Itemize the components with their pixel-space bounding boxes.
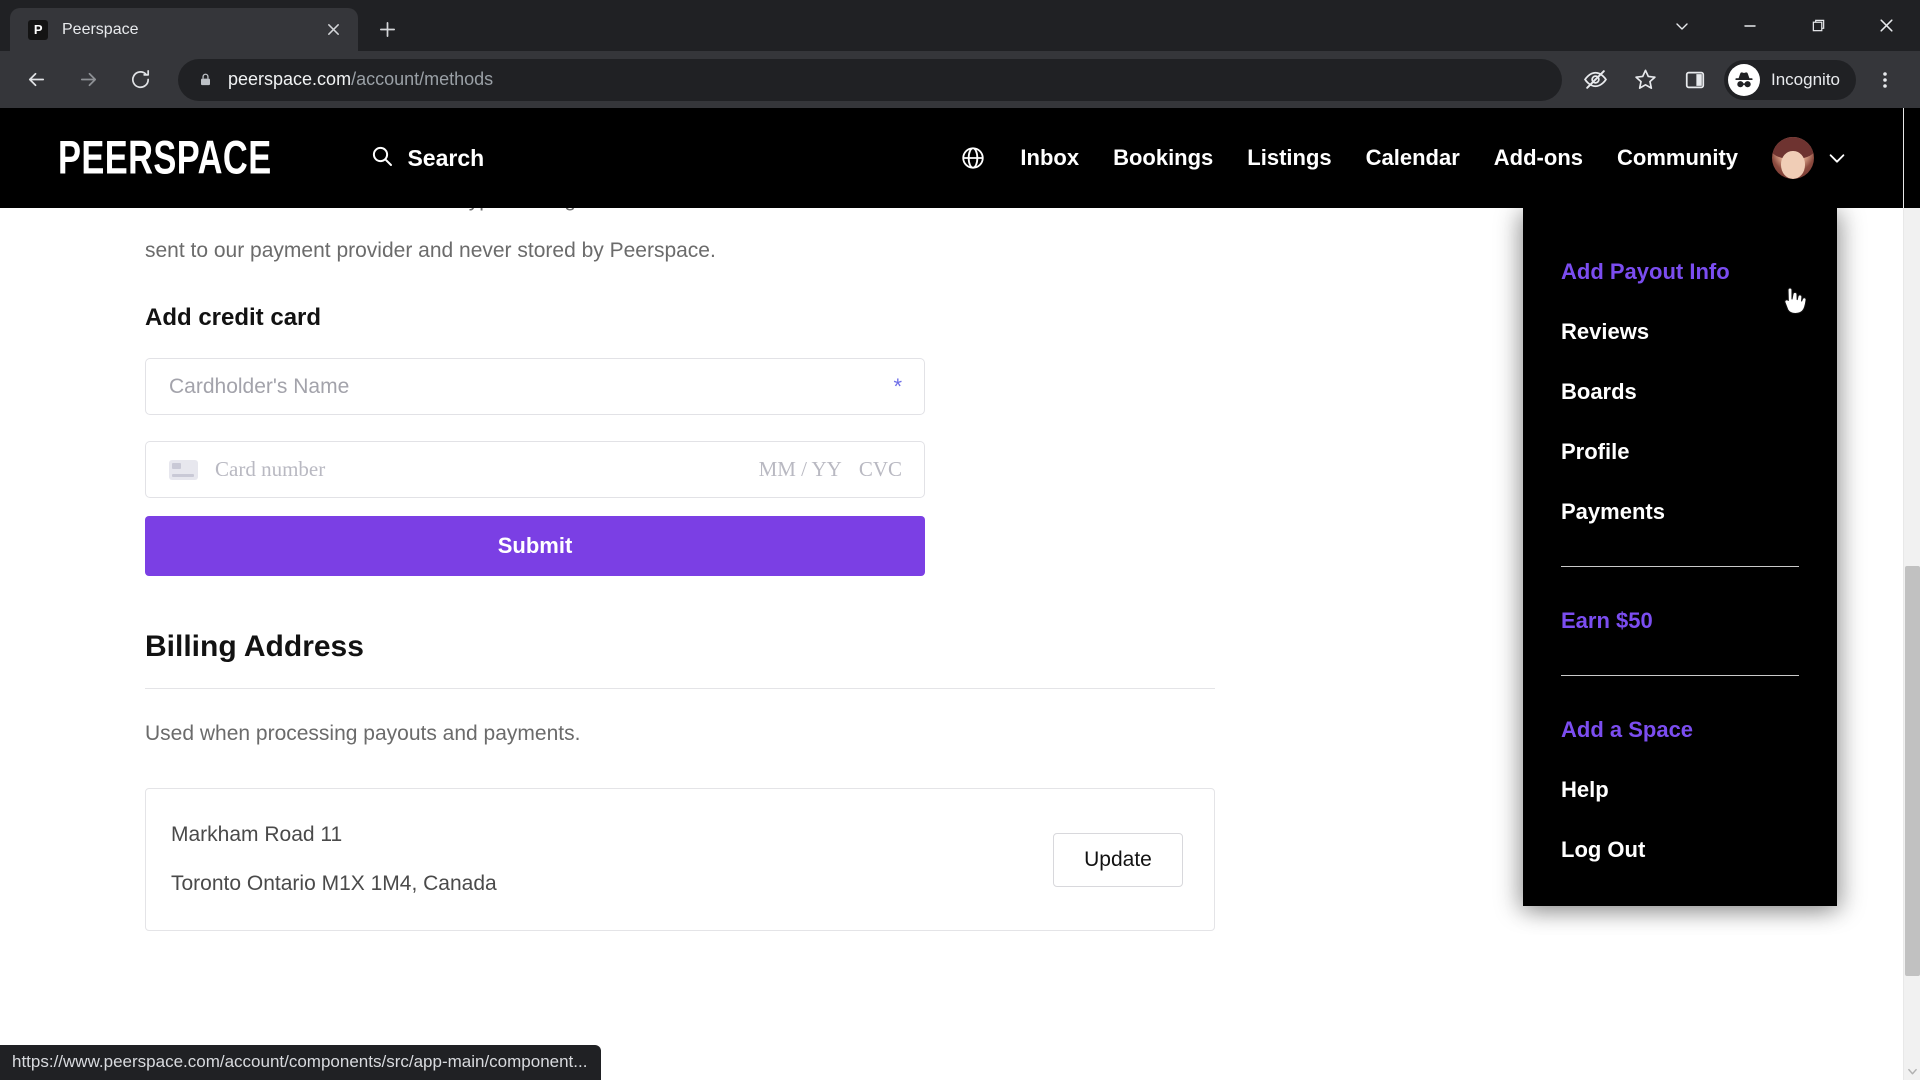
- incognito-hat-icon: [1728, 63, 1760, 96]
- menu-item-boards[interactable]: Boards: [1523, 362, 1837, 422]
- address-bar[interactable]: peerspace.com/account/methods: [178, 58, 1562, 101]
- card-number-field[interactable]: Card number MM / YY CVC: [145, 441, 925, 498]
- menu-item-earn-50[interactable]: Earn $50: [1523, 591, 1837, 651]
- site-logo[interactable]: PEERSPACE: [58, 131, 272, 185]
- nav-link-community[interactable]: Community: [1617, 145, 1738, 171]
- search-icon: [370, 144, 394, 173]
- new-tab-button[interactable]: [370, 12, 404, 46]
- browser-window: P Peerspace peerspace.com/account/method…: [0, 0, 1920, 1080]
- address-lines: Markham Road 11 Toronto Ontario M1X 1M4,…: [171, 823, 497, 896]
- window-controls: [1648, 0, 1920, 51]
- profile-label: Incognito: [1771, 69, 1840, 89]
- nav-link-calendar[interactable]: Calendar: [1366, 145, 1460, 171]
- forward-arrow-icon: [66, 58, 110, 102]
- chevron-down-icon: [1826, 147, 1848, 169]
- address-line-1: Markham Road 11: [171, 823, 343, 846]
- scrollbar-thumb[interactable]: [1905, 566, 1920, 976]
- search-button[interactable]: Search: [370, 144, 484, 173]
- url-text: peerspace.com/account/methods: [228, 69, 493, 90]
- card-number-placeholder: Card number: [215, 457, 326, 481]
- menu-item-reviews[interactable]: Reviews: [1523, 302, 1837, 362]
- maximize-icon[interactable]: [1784, 0, 1852, 51]
- menu-item-payments[interactable]: Payments: [1523, 482, 1837, 542]
- nav-link-listings[interactable]: Listings: [1247, 145, 1331, 171]
- site-header: PEERSPACE Search Inbox Bookings Listings…: [0, 108, 1903, 208]
- billing-address-card: Markham Road 11 Toronto Ontario M1X 1M4,…: [145, 788, 1215, 931]
- browser-tab[interactable]: P Peerspace: [10, 8, 358, 51]
- menu-divider: [1561, 566, 1799, 567]
- update-button[interactable]: Update: [1053, 832, 1183, 887]
- tab-title: Peerspace: [62, 20, 139, 38]
- credit-card-icon: [169, 459, 198, 480]
- account-menu-button[interactable]: [1772, 137, 1848, 179]
- three-dot-menu-icon[interactable]: [1863, 58, 1907, 102]
- divider: [145, 688, 1215, 689]
- menu-item-log-out[interactable]: Log Out: [1523, 820, 1837, 880]
- toolbar-right-group: Incognito: [1570, 58, 1910, 102]
- cardholder-name-field[interactable]: Cardholder's Name *: [145, 358, 925, 415]
- page-viewport: PEERSPACE Search Inbox Bookings Listings…: [0, 108, 1920, 1080]
- cardholder-name-placeholder: Cardholder's Name: [169, 374, 350, 398]
- close-icon[interactable]: [1852, 0, 1920, 51]
- submit-button[interactable]: Submit: [145, 516, 925, 576]
- scroll-down-arrow-icon[interactable]: [1904, 1063, 1920, 1080]
- address-line-2: Toronto Ontario M1X 1M4, Canada: [171, 872, 497, 895]
- profile-chip[interactable]: Incognito: [1724, 59, 1856, 100]
- tab-strip: P Peerspace: [0, 0, 1920, 51]
- scrollbar-track-top: [1904, 108, 1920, 208]
- site-nav: Inbox Bookings Listings Calendar Add-ons…: [960, 108, 1848, 208]
- side-panel-icon[interactable]: [1673, 58, 1717, 102]
- page-scrollbar[interactable]: [1903, 108, 1920, 1080]
- menu-item-add-a-space[interactable]: Add a Space: [1523, 700, 1837, 760]
- nav-link-bookings[interactable]: Bookings: [1113, 145, 1213, 171]
- intro-line-1: Your credit card information is encrypte…: [145, 208, 973, 212]
- menu-item-profile[interactable]: Profile: [1523, 422, 1837, 482]
- account-dropdown-menu: Add Payout Info Reviews Boards Profile P…: [1523, 208, 1837, 906]
- minimize-icon[interactable]: [1716, 0, 1784, 51]
- reload-icon[interactable]: [118, 58, 162, 102]
- chevron-down-icon[interactable]: [1648, 0, 1716, 51]
- back-arrow-icon[interactable]: [14, 58, 58, 102]
- menu-item-add-payout-info[interactable]: Add Payout Info: [1523, 242, 1837, 302]
- eye-slash-icon[interactable]: [1573, 58, 1617, 102]
- nav-link-inbox[interactable]: Inbox: [1020, 145, 1079, 171]
- star-icon[interactable]: [1623, 58, 1667, 102]
- status-bubble: https://www.peerspace.com/account/compon…: [0, 1045, 602, 1080]
- url-path: /account/methods: [351, 69, 494, 89]
- required-marker: *: [893, 373, 902, 399]
- expiry-placeholder: MM / YY: [758, 457, 842, 481]
- nav-link-add-ons[interactable]: Add-ons: [1494, 145, 1583, 171]
- menu-divider: [1561, 675, 1799, 676]
- globe-icon[interactable]: [960, 145, 986, 171]
- menu-item-help[interactable]: Help: [1523, 760, 1837, 820]
- close-icon[interactable]: [320, 17, 346, 43]
- url-domain: peerspace.com: [228, 69, 352, 89]
- cvc-placeholder: CVC: [858, 457, 902, 481]
- peerspace-page: PEERSPACE Search Inbox Bookings Listings…: [0, 108, 1903, 1080]
- lock-icon: [194, 69, 216, 91]
- tab-favicon-icon: P: [28, 19, 48, 40]
- search-label: Search: [407, 144, 485, 171]
- avatar: [1772, 137, 1814, 179]
- browser-toolbar: peerspace.com/account/methods Incognito: [0, 51, 1920, 108]
